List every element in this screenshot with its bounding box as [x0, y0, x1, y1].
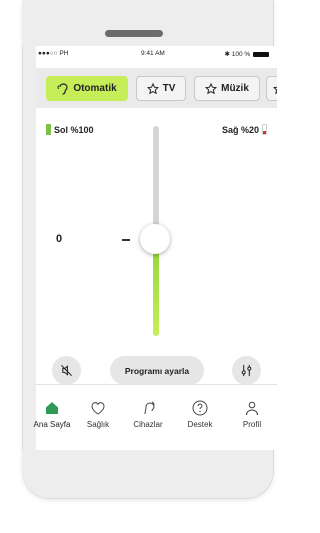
- volume-slider-handle[interactable]: [140, 224, 170, 254]
- star-icon: [146, 82, 159, 94]
- heart-icon: [91, 402, 105, 415]
- phone-speaker: [105, 30, 163, 37]
- tab-label: Ana Sayfa: [33, 420, 71, 429]
- tab-label: Cihazlar: [133, 420, 163, 429]
- program-chip-otomatik[interactable]: Otomatik: [46, 76, 128, 101]
- star-icon: [205, 82, 218, 94]
- status-bar: ●●●○○ PH 9:41 AM ✱ 100 %: [36, 46, 277, 60]
- battery-icon: [253, 51, 269, 57]
- right-battery-icon: [262, 124, 267, 135]
- phone-top: [22, 0, 272, 46]
- left-device-status: Sol %100: [46, 124, 94, 135]
- left-device-label: Sol %100: [54, 124, 94, 135]
- tab-label: Destek: [187, 420, 213, 429]
- program-strip: Otomatik TV Müzik: [36, 68, 277, 108]
- app-screen: ●●●○○ PH 9:41 AM ✱ 100 % Otomatik TV Müz…: [36, 46, 277, 430]
- right-device-status: Sağ %20: [222, 124, 267, 135]
- tab-label: Sağlık: [86, 420, 110, 429]
- adjust-program-button[interactable]: Programı ayarla: [110, 356, 204, 385]
- left-battery-icon: [46, 124, 51, 135]
- speaker-mute-icon: [61, 365, 72, 376]
- help-icon: [192, 400, 208, 416]
- person-icon: [246, 401, 258, 416]
- program-label: Müzik: [221, 83, 249, 94]
- carrier-text: ●●●○○ PH: [38, 50, 69, 57]
- tab-destek[interactable]: Destek: [178, 399, 222, 429]
- mute-button[interactable]: [52, 356, 81, 385]
- tab-saglik[interactable]: Sağlık: [76, 399, 120, 429]
- right-device-label: Sağ %20: [221, 124, 259, 135]
- program-chip-tv[interactable]: TV: [136, 76, 186, 101]
- ear-icon: [57, 82, 68, 95]
- program-chip-more[interactable]: [266, 76, 277, 101]
- tab-cihazlar[interactable]: Cihazlar: [126, 399, 170, 429]
- battery-status: ✱ 100 %: [224, 50, 269, 58]
- home-icon: [46, 402, 58, 414]
- phone-chin: [22, 450, 272, 498]
- volume-value: 0: [56, 233, 63, 245]
- hearing-aid-icon: [144, 401, 155, 415]
- bluetooth-icon: ✱: [224, 51, 230, 58]
- zero-tick: [122, 239, 130, 241]
- battery-text: 100 %: [231, 51, 251, 58]
- program-settings-button[interactable]: [232, 356, 261, 385]
- tab-label: Profil: [242, 420, 262, 429]
- bottom-tab-bar: Ana Sayfa Sağlık Cihazlar Destek Profil: [34, 384, 277, 450]
- tab-ana-sayfa[interactable]: Ana Sayfa: [26, 399, 78, 429]
- star-icon: [273, 86, 277, 94]
- clock-text: 9:41 AM: [141, 50, 165, 57]
- sliders-icon: [241, 364, 252, 377]
- program-label: Otomatik: [73, 83, 117, 94]
- program-chip-muzik[interactable]: Müzik: [194, 76, 260, 101]
- tab-profil[interactable]: Profil: [230, 399, 274, 429]
- program-label: TV: [162, 83, 176, 94]
